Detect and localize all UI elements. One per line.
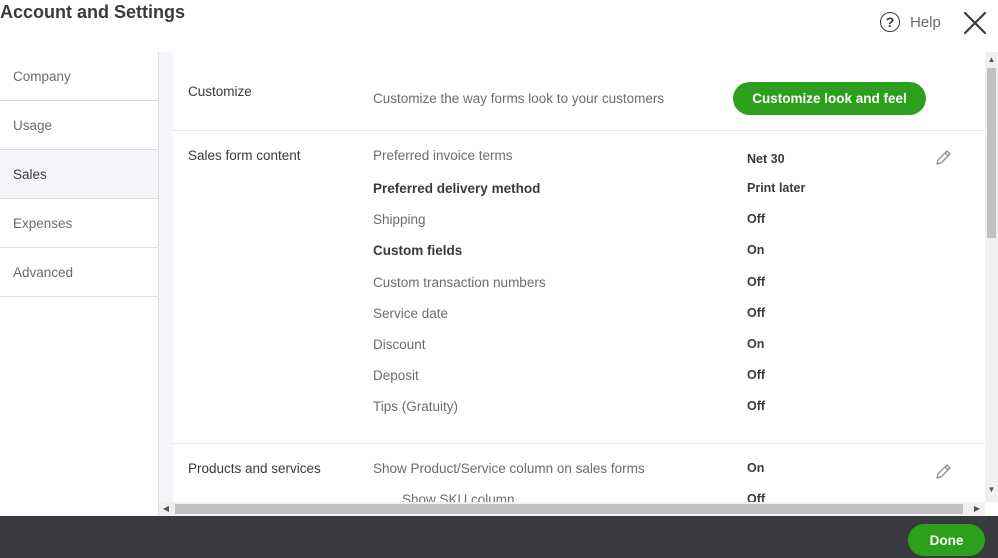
settings-content: Customize Customize the way forms look t… xyxy=(159,52,985,502)
dialog-footer: Done xyxy=(0,516,998,558)
vertical-scrollbar[interactable]: ▲ ▼ xyxy=(985,52,998,502)
products-and-services-section[interactable]: Products and services Show Product/Servi… xyxy=(173,444,985,502)
edit-sales-form-content-button[interactable] xyxy=(933,148,953,168)
dialog-header: Account and Settings ? Help xyxy=(0,0,998,52)
sales-form-content-section[interactable]: Sales form content Preferred invoice ter… xyxy=(173,131,985,444)
setting-row: Shipping Off xyxy=(373,212,973,232)
edit-products-and-services-button[interactable] xyxy=(933,462,953,482)
setting-row: Service date Off xyxy=(373,306,973,326)
close-x-icon xyxy=(963,11,987,35)
vertical-scroll-thumb[interactable] xyxy=(987,68,996,238)
setting-row: Deposit Off xyxy=(373,368,973,388)
sidebar-item-usage[interactable]: Usage xyxy=(0,101,158,150)
setting-label: Tips (Gratuity) xyxy=(373,399,459,414)
setting-row: Custom fields On xyxy=(373,243,973,263)
help-button[interactable]: ? Help xyxy=(880,10,941,34)
setting-label: Shipping xyxy=(373,212,426,227)
setting-label: Preferred invoice terms xyxy=(373,148,513,163)
setting-label: Preferred delivery method xyxy=(373,181,541,196)
settings-card: Customize Customize the way forms look t… xyxy=(173,52,985,502)
sidebar-item-company[interactable]: Company xyxy=(0,52,158,101)
sidebar-item-label: Advanced xyxy=(13,264,74,280)
setting-value: Off xyxy=(747,306,766,320)
close-button[interactable] xyxy=(962,10,988,36)
setting-label: Service date xyxy=(373,306,449,321)
setting-row: Preferred delivery method Print later xyxy=(373,181,973,201)
customize-description: Customize the way forms look to your cus… xyxy=(373,91,665,106)
sidebar-item-label: Sales xyxy=(13,166,47,182)
setting-row: Preferred invoice terms Net 30 xyxy=(373,148,973,168)
scroll-up-icon[interactable]: ▲ xyxy=(985,54,998,66)
setting-label: Custom transaction numbers xyxy=(373,275,546,290)
setting-row: Show SKU column Off xyxy=(373,492,973,502)
setting-value: Off xyxy=(747,492,766,502)
setting-value: Off xyxy=(747,212,766,226)
setting-label: Show Product/Service column on sales for… xyxy=(373,461,645,476)
sidebar-item-advanced[interactable]: Advanced xyxy=(0,248,158,297)
setting-row: Custom transaction numbers Off xyxy=(373,275,973,295)
settings-sidebar: Company Usage Sales Expenses Advanced xyxy=(0,52,159,516)
setting-row: Tips (Gratuity) Off xyxy=(373,399,973,419)
question-circle-icon: ? xyxy=(880,12,900,32)
section-label-customize: Customize xyxy=(188,84,252,99)
setting-value: Off xyxy=(747,368,766,382)
sidebar-item-label: Expenses xyxy=(13,215,73,231)
setting-value: Off xyxy=(747,275,766,289)
customize-section: Customize Customize the way forms look t… xyxy=(173,52,985,131)
setting-value: On xyxy=(747,461,765,475)
setting-label: Custom fields xyxy=(373,243,463,258)
horizontal-scroll-thumb[interactable] xyxy=(175,504,963,514)
setting-value: Net 30 xyxy=(747,152,785,166)
setting-label: Deposit xyxy=(373,368,419,383)
setting-value: On xyxy=(747,243,765,257)
setting-row: Discount On xyxy=(373,337,973,357)
done-button[interactable]: Done xyxy=(908,524,985,556)
pencil-icon xyxy=(936,150,951,165)
horizontal-scrollbar[interactable]: ◀ ▶ xyxy=(159,502,985,516)
section-label-products-and-services: Products and services xyxy=(188,461,321,476)
setting-value: Off xyxy=(747,399,766,413)
setting-value: On xyxy=(747,337,765,351)
sidebar-item-expenses[interactable]: Expenses xyxy=(0,199,158,248)
help-label: Help xyxy=(910,13,941,31)
sidebar-item-label: Usage xyxy=(13,117,53,133)
page-title: Account and Settings xyxy=(0,2,186,22)
scroll-left-icon[interactable]: ◀ xyxy=(160,502,172,516)
pencil-icon xyxy=(936,464,951,479)
section-label-sales-form-content: Sales form content xyxy=(188,148,301,163)
setting-label: Show SKU column xyxy=(402,492,515,502)
setting-label: Discount xyxy=(373,337,426,352)
scroll-right-icon[interactable]: ▶ xyxy=(971,502,983,516)
customize-look-and-feel-button[interactable]: Customize look and feel xyxy=(733,82,926,115)
sidebar-item-label: Company xyxy=(13,68,71,84)
setting-value: Print later xyxy=(747,181,806,195)
setting-row: Show Product/Service column on sales for… xyxy=(373,461,973,481)
sidebar-item-sales[interactable]: Sales xyxy=(0,150,158,199)
scroll-down-icon[interactable]: ▼ xyxy=(985,484,998,496)
